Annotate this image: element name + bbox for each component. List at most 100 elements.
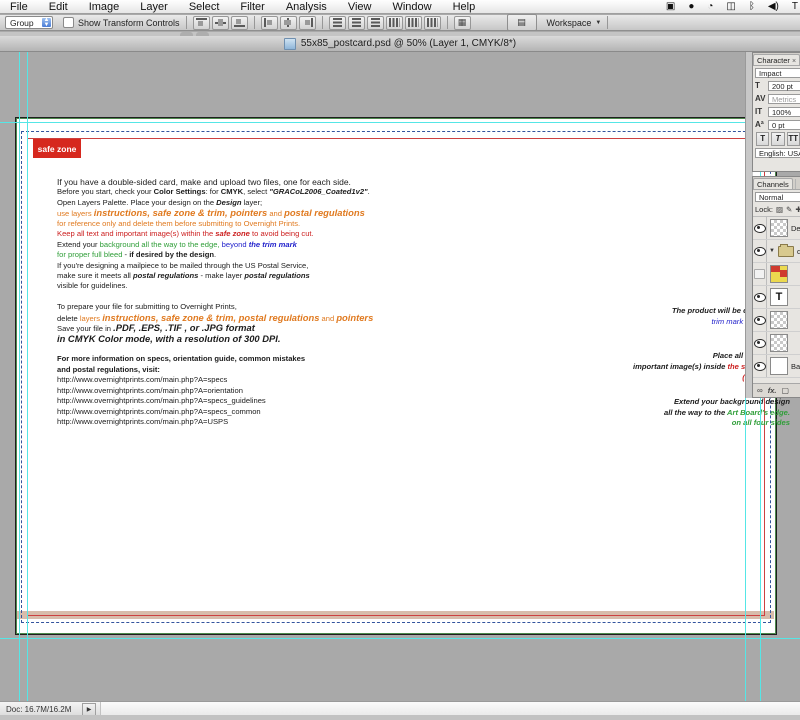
distribute-horizontal-centers-button[interactable] [405, 16, 422, 30]
character-panel-tabs: Character× P [753, 53, 800, 66]
type-style-button-bold[interactable]: T [756, 132, 769, 146]
layer-list: Des▼de T Ba [753, 217, 800, 378]
instruction-line [57, 292, 373, 302]
layer-row[interactable] [753, 332, 800, 355]
visibility-toggle[interactable] [753, 355, 767, 377]
layer-row[interactable] [753, 263, 800, 286]
bluetooth-icon[interactable]: ᛒ [749, 1, 755, 13]
distribute-bottom-edges-button[interactable] [367, 16, 384, 30]
distribute-bottom-edges-icon [370, 18, 381, 27]
window-bottom-edge [0, 715, 800, 720]
text-segment: Design [216, 198, 241, 207]
kerning-field[interactable]: Metrics [768, 94, 800, 104]
language-select[interactable]: English: USA [755, 148, 800, 158]
text-segment: background all the way to the edge, [100, 240, 220, 249]
menu-image[interactable]: Image [89, 1, 120, 13]
font-size-field[interactable]: 200 pt [768, 81, 800, 91]
baseline-shift-icon: Aª [755, 120, 768, 129]
checkbox-label: Show Transform Controls [78, 18, 180, 28]
menu-filter[interactable]: Filter [240, 1, 264, 13]
text-segment: http://www.overnightprints.com/main.php?… [57, 375, 227, 384]
annotation-line: trim mark (b [672, 316, 752, 327]
binoculars-icon[interactable]: ◫ [726, 1, 735, 13]
vertical-scale-field[interactable]: 100% [768, 107, 800, 117]
empty-visibility-well [754, 269, 765, 279]
annotation-line: all the way to the Art Board's edge. [664, 408, 790, 419]
ichat-icon[interactable]: ▣ [666, 1, 675, 13]
tool-preset-select[interactable]: Group ▲▼ [5, 16, 53, 29]
workspace-dropdown[interactable]: Workspace ▼ [547, 18, 602, 28]
layer-style-icon[interactable]: fx. [768, 386, 777, 396]
menu-help[interactable]: Help [453, 1, 476, 13]
layer-row[interactable]: ▼de [753, 240, 800, 263]
layer-name: Ba [791, 362, 800, 371]
menu-view[interactable]: View [348, 1, 372, 13]
time-machine-icon[interactable]: ◔ [707, 1, 713, 13]
menu-clock-text[interactable]: T [792, 1, 798, 13]
link-layers-icon[interactable]: ∞ [757, 386, 763, 396]
lock-position-icon[interactable]: ✚ [795, 205, 800, 214]
disclosure-triangle-icon[interactable]: ▼ [769, 248, 775, 254]
visibility-toggle[interactable] [753, 263, 767, 285]
menu-analysis[interactable]: Analysis [286, 1, 327, 13]
align-horizontal-centers-button[interactable] [280, 16, 297, 30]
checkbox-icon[interactable] [63, 17, 74, 28]
baseline-shift-field[interactable]: 0 pt [768, 120, 800, 130]
layer-row[interactable] [753, 309, 800, 332]
layer-mask-icon[interactable]: ▢ [781, 386, 789, 396]
align-left-edges-button[interactable] [261, 16, 278, 30]
guide-vertical[interactable] [19, 51, 20, 701]
menu-file[interactable]: File [10, 1, 28, 13]
menu-layer[interactable]: Layer [140, 1, 168, 13]
distribute-top-edges-button[interactable] [329, 16, 346, 30]
volume-icon[interactable]: ◀) [768, 1, 779, 13]
menu-select[interactable]: Select [189, 1, 220, 13]
stepper-icon[interactable]: ▲▼ [42, 18, 51, 27]
doc-size-readout: Doc: 16.7M/16.2M [0, 705, 82, 714]
guide-horizontal[interactable] [0, 122, 800, 123]
lock-paint-icon[interactable]: ✎ [786, 205, 792, 214]
layer-row[interactable]: Ba [753, 355, 800, 378]
distribute-left-edges-button[interactable] [386, 16, 403, 30]
visibility-toggle[interactable] [753, 332, 767, 354]
go-to-bridge-button[interactable]: ▤ [507, 14, 537, 31]
blend-mode-select[interactable]: Normal [755, 192, 800, 202]
font-family-field[interactable]: Impact [755, 68, 800, 78]
document-title-bar[interactable]: 55x85_postcard.psd @ 50% (Layer 1, CMYK/… [0, 36, 800, 52]
align-bottom-edges-button[interactable] [231, 16, 248, 30]
align-right-edges-button[interactable] [299, 16, 316, 30]
text-segment: To prepare your file for submitting to O… [57, 302, 237, 311]
auto-align-layers-button[interactable]: ▦ [454, 16, 471, 30]
lock-transparency-icon[interactable]: ▨ [776, 205, 783, 214]
guide-vertical[interactable] [27, 51, 28, 701]
layer-row[interactable]: T [753, 286, 800, 309]
layer-row[interactable]: Des [753, 217, 800, 240]
text-segment: Extend your background design [674, 397, 790, 406]
visibility-toggle[interactable] [753, 309, 767, 331]
show-transform-controls-checkbox[interactable]: Show Transform Controls [63, 17, 180, 28]
type-style-buttons: TTTT [753, 131, 800, 146]
status-flyout-button[interactable]: ▶ [82, 703, 96, 716]
menu-edit[interactable]: Edit [49, 1, 68, 13]
type-style-button-caps[interactable]: TT [787, 132, 800, 146]
annotation-line: (re [633, 372, 752, 383]
annotation-safe-zone: Place all teimportant image(s) inside th… [633, 350, 752, 383]
tab-paths[interactable]: Pat [795, 179, 800, 189]
visibility-toggle[interactable] [753, 217, 767, 239]
visibility-toggle[interactable] [753, 240, 767, 262]
tab-channels[interactable]: Channels [753, 178, 793, 189]
horizontal-scrollbar[interactable] [100, 702, 800, 716]
text-segment: instructions, safe zone & trim, pointers [94, 207, 267, 218]
text-segment: Before you start, check your [57, 187, 154, 196]
close-icon[interactable]: × [792, 58, 796, 65]
tab-character[interactable]: Character× [753, 54, 800, 65]
align-top-edges-button[interactable] [193, 16, 210, 30]
distribute-right-edges-button[interactable] [424, 16, 441, 30]
status-dot-icon[interactable]: ● [688, 1, 694, 13]
align-vertical-centers-button[interactable] [212, 16, 229, 30]
menu-window[interactable]: Window [392, 1, 431, 13]
type-style-button-italic[interactable]: T [771, 132, 784, 146]
visibility-toggle[interactable] [753, 286, 767, 308]
guide-horizontal[interactable] [0, 638, 800, 639]
distribute-vertical-centers-button[interactable] [348, 16, 365, 30]
